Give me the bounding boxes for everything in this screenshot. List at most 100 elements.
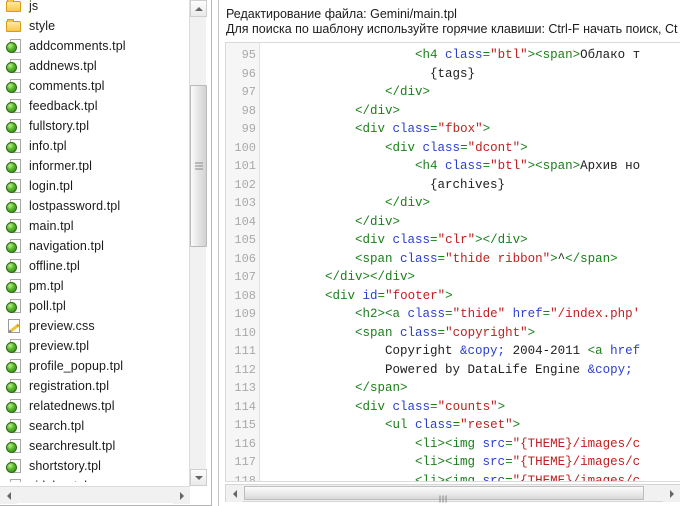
file-list-item[interactable]: lostpassword.tpl [0, 196, 190, 216]
code-line[interactable]: 114 <div class="counts"> [226, 398, 680, 417]
file-list-item[interactable]: search.tpl [0, 416, 190, 436]
file-list-item[interactable]: pm.tpl [0, 276, 190, 296]
line-number: 106 [234, 251, 256, 266]
file-list-item[interactable]: informer.tpl [0, 156, 190, 176]
file-list-item[interactable]: preview.css [0, 316, 190, 336]
file-list-item[interactable]: addcomments.tpl [0, 36, 190, 56]
code-line[interactable]: 109 <h2><a class="thide" href="/index.ph… [226, 305, 680, 324]
file-name: comments.tpl [29, 79, 105, 93]
file-name: fullstory.tpl [29, 119, 90, 133]
code-line[interactable]: 101 <h4 class="btl"><span>Архив но [226, 157, 680, 176]
code-line[interactable]: 99 <div class="fbox"> [226, 120, 680, 139]
file-list-item[interactable]: main.tpl [0, 216, 190, 236]
line-number: 104 [234, 214, 256, 229]
code-text-area[interactable]: 95 <h4 class="btl"><span>Облако т 96 {tag… [225, 42, 680, 482]
code-line[interactable]: 98 </div> [226, 102, 680, 121]
code-line[interactable]: 115 <ul class="reset"> [226, 416, 680, 435]
code-line[interactable]: 118 <li><img src="{THEME}/images/c [226, 472, 680, 482]
code-line[interactable]: 107 </div></div> [226, 268, 680, 287]
file-list-item[interactable]: shortstory.tpl [0, 456, 190, 476]
triangle-up-icon [194, 6, 203, 11]
file-name: navigation.tpl [29, 239, 105, 253]
code-line-text: <li><img src="{THEME}/images/c [415, 436, 641, 451]
code-line-text: Copyright &copy; 2004-2011 <a href [265, 344, 641, 358]
code-line-text: </span> [355, 381, 408, 395]
scroll-right-button[interactable] [173, 487, 190, 504]
file-list-item[interactable]: navigation.tpl [0, 236, 190, 256]
file-list-item[interactable]: preview.tpl [0, 336, 190, 356]
template-file-icon [6, 458, 22, 474]
file-list[interactable]: js style addcomments.tpl addnews.tpl comment… [0, 0, 190, 482]
template-file-icon [6, 398, 22, 414]
code-line[interactable]: 103 </div> [226, 194, 680, 213]
code-line-text: <li><img src="{THEME}/images/c [415, 473, 641, 482]
editor-header: Редактирование файла: Gemini/main.tpl Дл… [219, 0, 680, 37]
file-list-item[interactable]: relatednews.tpl [0, 396, 190, 416]
editor-horizontal-scrollbar[interactable] [225, 484, 680, 503]
file-name: feedback.tpl [29, 99, 98, 113]
code-line[interactable]: 108 <div id="footer"> [226, 287, 680, 306]
file-list-horizontal-scrollbar[interactable] [0, 486, 190, 504]
code-line[interactable]: 116 <li><img src="{THEME}/images/c [226, 435, 680, 454]
triangle-down-icon [194, 475, 203, 480]
file-list-item[interactable]: profile_popup.tpl [0, 356, 190, 376]
file-list-item[interactable]: sidebar.tpl [0, 476, 190, 482]
triangle-left-icon [6, 491, 11, 500]
code-line[interactable]: 97 </div> [226, 83, 680, 102]
code-line[interactable]: 106 <span class="thide ribbon">^</span> [226, 250, 680, 269]
file-list-item[interactable]: addnews.tpl [0, 56, 190, 76]
editor-scroll-left-button[interactable] [226, 485, 243, 502]
code-line[interactable]: 95 <h4 class="btl"><span>Облако т [226, 46, 680, 65]
line-number: 113 [234, 381, 256, 395]
code-line-text: </div> [355, 214, 401, 229]
template-file-icon [6, 238, 22, 254]
code-line[interactable]: 110 <span class="copyright"> [226, 324, 680, 343]
file-name: info.tpl [29, 139, 67, 153]
file-list-item[interactable]: searchresult.tpl [0, 436, 190, 456]
editing-file-title: Редактирование файла: Gemini/main.tpl [226, 7, 457, 21]
file-list-item[interactable]: style [0, 16, 190, 36]
search-hotkey-hint: Для поиска по шаблону используйте горячи… [226, 22, 678, 36]
code-line[interactable]: 111 Copyright &copy; 2004-2011 <a href [226, 342, 680, 361]
code-line[interactable]: 102 {archives} [226, 176, 680, 195]
file-list-vertical-scrollbar[interactable] [189, 0, 207, 486]
code-line[interactable]: 117 <li><img src="{THEME}/images/c [226, 453, 680, 472]
scroll-up-button[interactable] [190, 0, 207, 17]
code-line[interactable]: 104 </div> [226, 213, 680, 232]
file-list-item[interactable]: registration.tpl [0, 376, 190, 396]
file-list-item[interactable]: poll.tpl [0, 296, 190, 316]
template-file-icon [6, 378, 22, 394]
file-list-item[interactable]: fullstory.tpl [0, 116, 190, 136]
code-line-text: </div> [385, 196, 431, 210]
code-line[interactable]: 112 Powered by DataLife Engine &copy; [226, 361, 680, 380]
scroll-left-button[interactable] [0, 487, 17, 504]
code-line[interactable]: 100 <div class="dcont"> [226, 139, 680, 158]
line-number: 100 [234, 140, 256, 155]
line-number: 105 [234, 233, 256, 247]
editor-horizontal-scrollbar-thumb[interactable] [244, 486, 644, 503]
file-list-item[interactable]: comments.tpl [0, 76, 190, 96]
line-number: 111 [234, 344, 256, 358]
line-number: 107 [234, 270, 256, 284]
line-number: 99 [241, 122, 256, 136]
code-line-text: {tags} [265, 66, 476, 81]
file-list-item[interactable]: login.tpl [0, 176, 190, 196]
file-list-item[interactable]: offline.tpl [0, 256, 190, 276]
template-file-icon [6, 298, 22, 314]
code-line[interactable]: 96 {tags} [226, 65, 680, 84]
editor-scroll-right-button[interactable] [663, 485, 680, 502]
code-line[interactable]: 113 </span> [226, 379, 680, 398]
code-line[interactable]: 105 <div class="clr"></div> [226, 231, 680, 250]
folder-icon [6, 0, 22, 14]
file-list-item[interactable]: feedback.tpl [0, 96, 190, 116]
scroll-down-button[interactable] [190, 469, 207, 486]
template-file-icon [6, 198, 22, 214]
template-file-icon [6, 158, 22, 174]
vertical-scrollbar-thumb[interactable] [190, 85, 207, 247]
folder-icon [6, 18, 22, 34]
file-name: pm.tpl [29, 279, 64, 293]
file-list-item[interactable]: info.tpl [0, 136, 190, 156]
file-list-item[interactable]: js [0, 0, 190, 16]
code-line-text: Powered by DataLife Engine &copy; [265, 362, 633, 377]
code-lines[interactable]: 95 <h4 class="btl"><span>Облако т 96 {tag… [226, 46, 680, 482]
